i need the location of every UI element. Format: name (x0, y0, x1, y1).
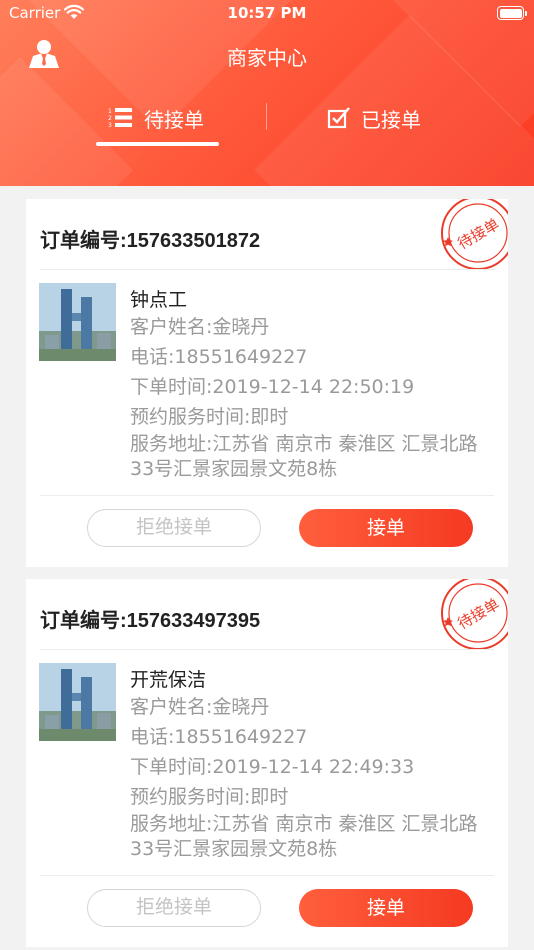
reject-order-button[interactable]: 拒绝接单 (87, 889, 261, 927)
divider (40, 495, 494, 496)
order-time: 下单时间:2019-12-14 22:50:19 (130, 376, 415, 398)
service-time: 预约服务时间:即时 (130, 406, 289, 428)
tab-pending-orders[interactable]: 1 2 3 待接单 (108, 100, 204, 136)
checkbox-checked-icon (327, 107, 351, 129)
phone-number: 电话:18551649227 (130, 346, 308, 368)
accept-order-button[interactable]: 接单 (299, 889, 473, 927)
clock: 10:57 PM (227, 4, 307, 22)
order-number: 订单编号:157633501872 (40, 230, 261, 252)
phone-number: 电话:18551649227 (130, 726, 308, 748)
order-card: 订单编号:157633501872 待接单 钟点工 客户姓名:金晓丹 电话:18… (26, 199, 508, 567)
stamp-label: 待接单 (455, 215, 503, 253)
tab-divider (266, 103, 267, 130)
pending-stamp-icon: 待接单 (441, 579, 508, 650)
customer-name: 客户姓名:金晓丹 (130, 316, 270, 338)
svg-text:1: 1 (108, 108, 112, 115)
divider (40, 269, 494, 270)
service-name: 钟点工 (130, 289, 188, 311)
order-time: 下单时间:2019-12-14 22:49:33 (130, 756, 415, 778)
tab-accepted-orders[interactable]: 已接单 (327, 100, 421, 136)
page-title: 商家中心 (227, 46, 307, 70)
tab-pending-label: 待接单 (144, 107, 204, 132)
reject-order-button[interactable]: 拒绝接单 (87, 509, 261, 547)
stamp-label: 待接单 (455, 595, 503, 633)
accept-order-button[interactable]: 接单 (299, 509, 473, 547)
battery-icon (497, 6, 527, 20)
customer-name: 客户姓名:金晓丹 (130, 696, 270, 718)
service-name: 开荒保洁 (130, 669, 207, 691)
divider (40, 649, 494, 650)
svg-text:3: 3 (108, 122, 112, 129)
service-address: 服务地址:江苏省 南京市 秦淮区 汇景北路33号汇景家园景文苑8栋 (130, 813, 478, 860)
status-bar: Carrier 10:57 PM (0, 0, 534, 30)
order-number: 订单编号:157633497395 (40, 610, 261, 632)
svg-text:2: 2 (108, 115, 112, 122)
service-thumbnail (39, 283, 116, 361)
order-card: 订单编号:157633497395 待接单 开荒保洁 客户姓名:金晓丹 电话:1… (26, 579, 508, 947)
header: Carrier 10:57 PM 商家中心 1 2 3 待接单 已接单 (0, 0, 534, 186)
list-numbered-icon: 1 2 3 (108, 107, 134, 129)
service-time: 预约服务时间:即时 (130, 786, 289, 808)
divider (40, 875, 494, 876)
service-thumbnail (39, 663, 116, 741)
service-address: 服务地址:江苏省 南京市 秦淮区 汇景北路33号汇景家园景文苑8栋 (130, 433, 478, 480)
tab-accepted-label: 已接单 (361, 107, 421, 132)
pending-stamp-icon: 待接单 (441, 199, 508, 270)
active-tab-indicator (96, 142, 219, 146)
